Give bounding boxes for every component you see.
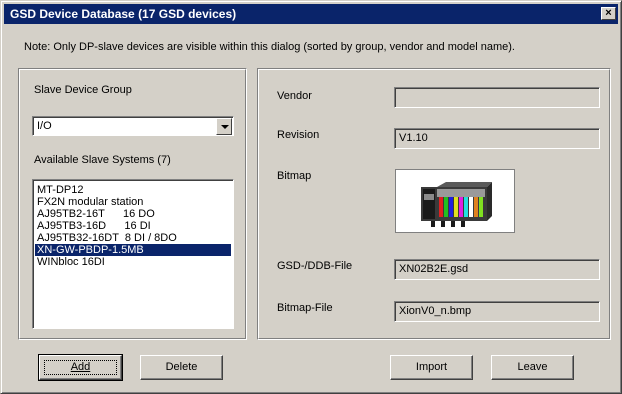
- available-systems-label: Available Slave Systems (7): [34, 154, 171, 166]
- leave-button-label: Leave: [517, 361, 548, 373]
- close-button[interactable]: ×: [601, 7, 616, 20]
- list-item[interactable]: XN-GW-PBDP-1.5MB: [35, 244, 231, 256]
- gsd-file-value: XN02B2E.gsd: [399, 263, 469, 275]
- vendor-label: Vendor: [277, 90, 312, 102]
- import-button[interactable]: Import: [390, 355, 473, 380]
- revision-value: V1.10: [399, 132, 428, 144]
- list-item[interactable]: AJ95TB32-16DT 8 DI / 8DO: [35, 232, 231, 244]
- gsd-dialog: GSD Device Database (17 GSD devices) × N…: [0, 0, 622, 394]
- close-icon: ×: [605, 7, 612, 19]
- focus-rect: [44, 360, 117, 375]
- device-module-icon: [421, 182, 492, 227]
- chevron-down-icon[interactable]: [216, 118, 232, 135]
- list-item[interactable]: FX2N modular station: [35, 196, 231, 208]
- list-item[interactable]: MT-DP12: [35, 184, 231, 196]
- slave-systems-list[interactable]: MT-DP12 FX2N modular station AJ95TB2-16T 1…: [32, 179, 234, 329]
- import-button-label: Import: [415, 361, 448, 373]
- list-item[interactable]: WINbloc 16DI: [35, 256, 231, 268]
- bitmap-file-label: Bitmap-File: [277, 302, 333, 314]
- bitmap-file-value: XionV0_n.bmp: [399, 305, 472, 317]
- gsd-file-label: GSD-/DDB-File: [277, 260, 353, 272]
- revision-label: Revision: [277, 129, 320, 141]
- delete-button-label: Delete: [165, 361, 198, 373]
- bitmap-label: Bitmap: [277, 170, 312, 182]
- bitmap-preview: [395, 169, 515, 233]
- slave-device-group-label: Slave Device Group: [34, 84, 132, 96]
- vendor-field: [394, 87, 600, 108]
- list-item[interactable]: AJ95TB3-16D 16 DI: [35, 220, 231, 232]
- revision-field: V1.10: [394, 128, 600, 149]
- gsd-file-field: XN02B2E.gsd: [394, 259, 600, 280]
- list-item[interactable]: AJ95TB2-16T 16 DO: [35, 208, 231, 220]
- bitmap-file-field: XionV0_n.bmp: [394, 301, 600, 322]
- window-title: GSD Device Database (17 GSD devices): [10, 7, 237, 21]
- slave-device-group-dropdown[interactable]: I/O: [32, 116, 234, 136]
- delete-button[interactable]: Delete: [140, 355, 223, 380]
- title-bar[interactable]: GSD Device Database (17 GSD devices) ×: [4, 4, 618, 24]
- add-button[interactable]: Add: [38, 354, 123, 381]
- dropdown-value: I/O: [37, 120, 52, 132]
- leave-button[interactable]: Leave: [491, 355, 574, 380]
- info-note: Note: Only DP-slave devices are visible …: [24, 41, 515, 53]
